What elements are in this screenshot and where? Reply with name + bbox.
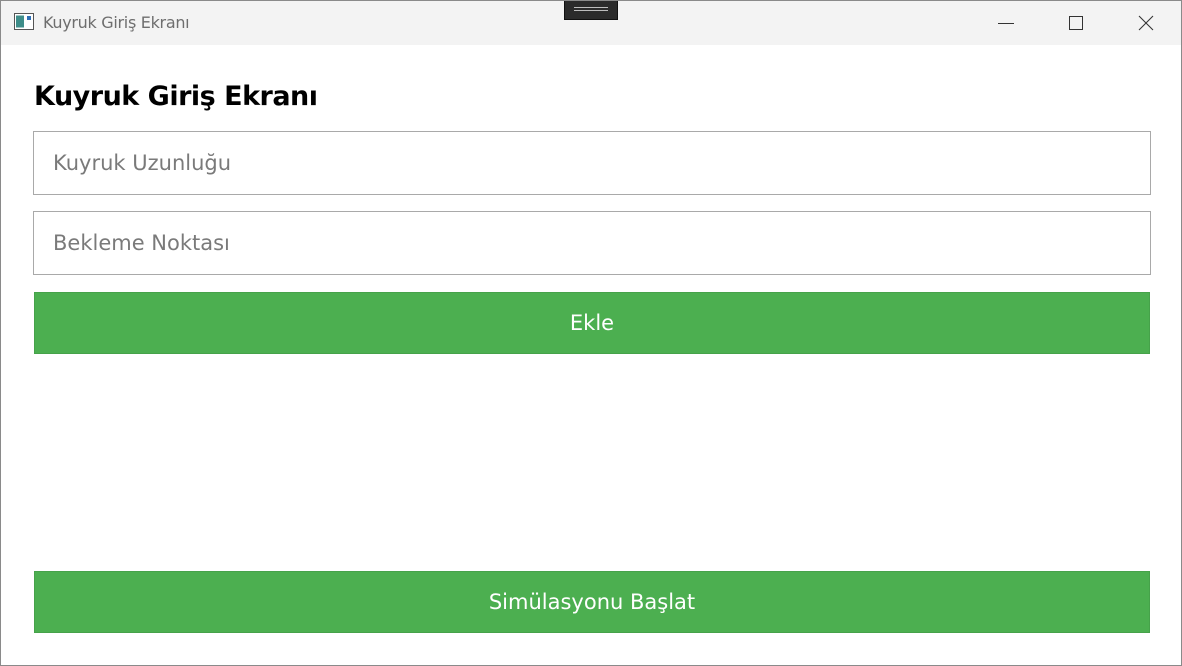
add-button[interactable]: Ekle (34, 292, 1150, 354)
close-button[interactable] (1111, 1, 1181, 45)
maximize-button[interactable] (1041, 1, 1111, 45)
maximize-icon (1069, 16, 1083, 30)
title-bar[interactable]: Kuyruk Giriş Ekranı (1, 1, 1181, 45)
minimize-icon (998, 23, 1014, 24)
app-window-icon (14, 13, 34, 30)
close-icon (1138, 15, 1154, 31)
start-simulation-button[interactable]: Simülasyonu Başlat (34, 571, 1150, 633)
window-title: Kuyruk Giriş Ekranı (43, 13, 190, 32)
wait-point-input[interactable] (33, 211, 1151, 275)
page-title: Kuyruk Giriş Ekranı (34, 81, 318, 112)
app-window: Kuyruk Giriş Ekranı Kuyruk Giriş Ekranı … (0, 0, 1182, 666)
minimize-button[interactable] (971, 1, 1041, 45)
snap-handle[interactable] (564, 1, 618, 20)
queue-length-input[interactable] (33, 131, 1151, 195)
